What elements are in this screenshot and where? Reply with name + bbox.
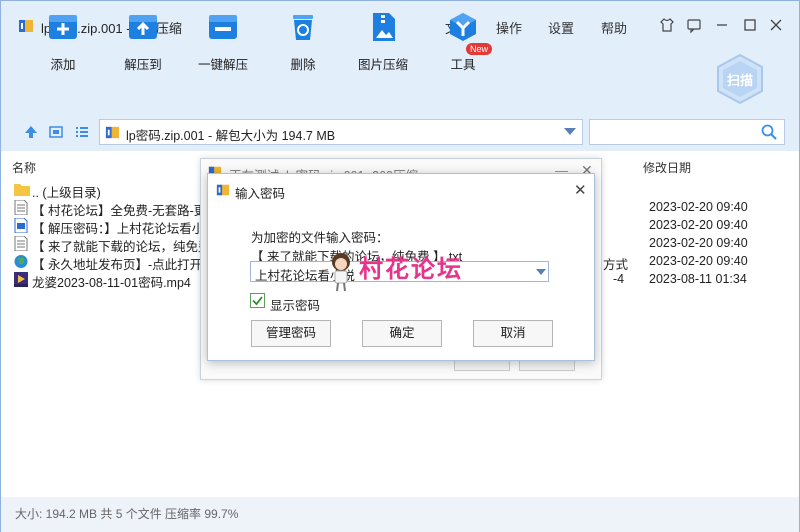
column-header-name[interactable]: 名称	[12, 159, 36, 176]
extract-icon	[129, 15, 157, 39]
password-dialog-titlebar: 输入密码 ✕	[208, 174, 594, 204]
archive-icon	[216, 184, 230, 196]
file-date: 2023-02-20 09:40	[649, 200, 748, 214]
delete-button[interactable]: 删除	[271, 11, 335, 73]
folder-icon	[14, 184, 30, 196]
column-header-date[interactable]: 修改日期	[643, 159, 691, 176]
archive-icon	[105, 126, 120, 139]
address-dropdown-icon[interactable]	[564, 128, 576, 136]
skin-icon[interactable]	[657, 15, 677, 35]
file-date: 2023-02-20 09:40	[649, 254, 748, 268]
add-label: 添加	[50, 58, 76, 72]
file-type: -4	[613, 272, 625, 286]
file-date: 2023-08-11 01:34	[649, 272, 747, 286]
menu-settings[interactable]: 设置	[548, 18, 574, 37]
one-click-extract-button[interactable]: 一键解压	[191, 11, 255, 73]
scan-label: 扫描	[726, 73, 753, 88]
mascot-icon	[332, 253, 350, 292]
cancel-button[interactable]: 取消	[473, 320, 553, 347]
image-compress-icon	[373, 13, 395, 41]
status-bar: 大小: 194.2 MB 共 5 个文件 压缩率 99.7%	[1, 497, 799, 532]
menu-operate[interactable]: 操作	[496, 18, 522, 37]
watermark-text: 村花论坛	[359, 254, 463, 283]
file-date: 2023-02-20 09:40	[649, 236, 748, 250]
file-date: 2023-02-20 09:40	[649, 218, 748, 232]
one-click-extract-label: 一键解压	[197, 58, 248, 72]
up-arrow-icon[interactable]	[24, 125, 38, 139]
chat-icon[interactable]	[684, 15, 704, 35]
extract-to-button[interactable]: 解压到	[111, 11, 175, 73]
manage-password-button[interactable]: 管理密码	[251, 320, 331, 347]
one-click-extract-icon	[209, 15, 237, 39]
minimize-icon[interactable]	[712, 15, 732, 35]
password-prompt: 为加密的文件输入密码：	[251, 231, 389, 245]
menu-help[interactable]: 帮助	[601, 18, 627, 37]
add-icon	[49, 15, 77, 39]
delete-label: 删除	[290, 58, 316, 72]
show-password-label[interactable]: 显示密码	[270, 295, 320, 314]
tools-label: 工具	[450, 58, 476, 72]
image-compress-label: 图片压缩	[357, 58, 408, 72]
status-text: 大小: 194.2 MB 共 5 个文件 压缩率 99.7%	[15, 507, 239, 521]
file-name: 龙婆2023-08-11-01密码.mp4	[32, 276, 191, 290]
list-view-icon[interactable]	[75, 125, 89, 139]
new-badge: New	[466, 43, 493, 55]
check-icon	[252, 296, 263, 306]
password-dialog-title: 输入密码	[235, 187, 286, 201]
video-file-icon	[14, 272, 28, 287]
text-file-icon	[14, 236, 28, 251]
dialog-close-icon[interactable]: ✕	[574, 181, 587, 199]
tools-icon	[450, 13, 476, 41]
thumbnail-view-icon[interactable]	[49, 125, 63, 139]
text-file-icon	[14, 200, 28, 215]
doc-file-icon	[14, 218, 28, 233]
delete-icon	[293, 15, 313, 40]
scan-button[interactable]: 扫描	[714, 53, 766, 105]
show-password-checkbox[interactable]	[250, 293, 265, 308]
tools-button[interactable]: 工具	[431, 11, 495, 73]
app-window: lp密码.zip.001 - 360压缩 文件 操作 设置 帮助 添加 解压到 …	[0, 0, 800, 532]
globe-icon	[14, 255, 28, 268]
extract-to-label: 解压到	[124, 58, 162, 72]
image-compress-button[interactable]: 图片压缩	[351, 11, 415, 73]
ok-button[interactable]: 确定	[362, 320, 442, 347]
search-icon[interactable]	[761, 124, 777, 140]
close-icon[interactable]	[766, 15, 786, 35]
address-path: lp密码.zip.001 - 解包大小为 194.7 MB	[126, 129, 336, 143]
password-history-dropdown-icon[interactable]	[536, 269, 546, 275]
search-input[interactable]	[589, 119, 785, 145]
add-button[interactable]: 添加	[31, 11, 95, 73]
maximize-icon[interactable]	[740, 15, 760, 35]
